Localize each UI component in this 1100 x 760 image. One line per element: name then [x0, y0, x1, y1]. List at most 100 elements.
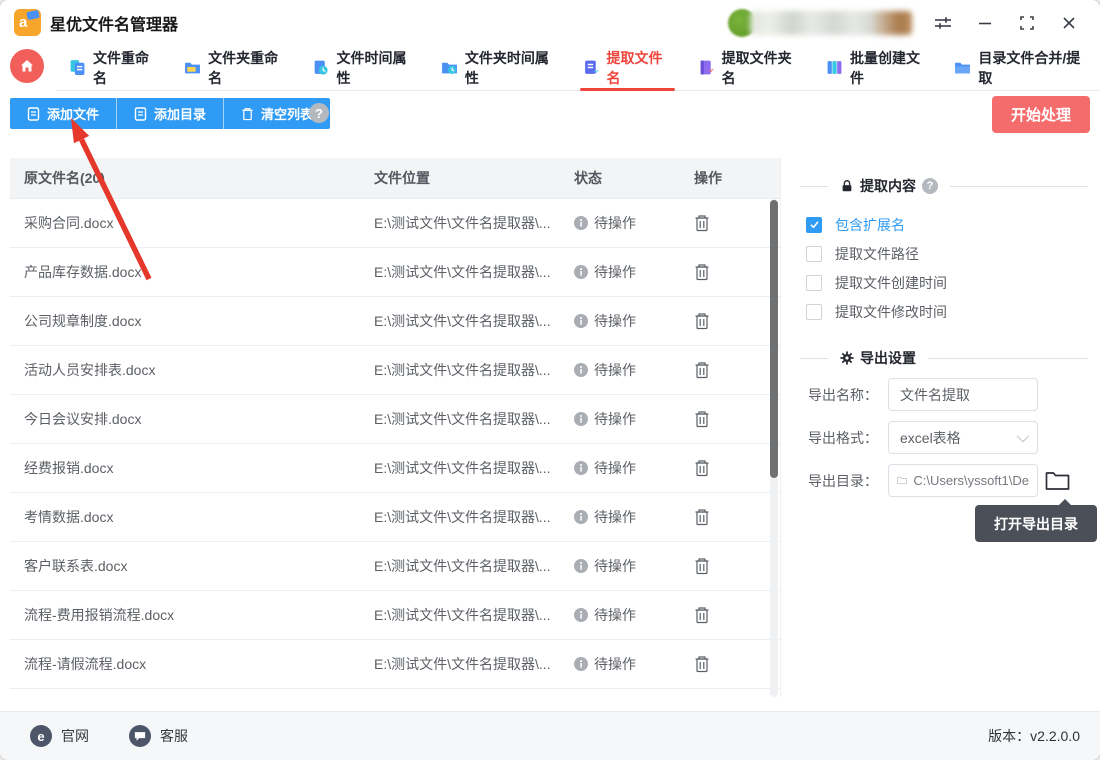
file-icon: [134, 107, 147, 121]
app-window: a 星优文件名管理器: [0, 0, 1100, 760]
export-name-input[interactable]: 文件名提取: [888, 378, 1038, 411]
info-icon: [574, 216, 588, 230]
user-name-blurred: [750, 11, 912, 35]
tab-folder-time[interactable]: 文件夹时间属性: [428, 45, 570, 90]
official-site-link[interactable]: e 官网: [30, 725, 89, 747]
table-row: 流程-费用报销流程.docx E:\测试文件\文件名提取器\... 待操作: [10, 591, 780, 640]
export-section-header: 导出设置: [800, 348, 1088, 368]
table-header: 原文件名(20) 文件位置 状态 操作: [10, 158, 780, 199]
footer-bar: e 官网 客服 版本：v2.2.0.0: [0, 711, 1100, 760]
info-icon: [574, 510, 588, 524]
delete-row-button[interactable]: [694, 361, 764, 379]
header-location: 文件位置: [374, 168, 574, 188]
table-row: 采购合同.docx E:\测试文件\文件名提取器\... 待操作: [10, 199, 780, 248]
toolbar-help-icon[interactable]: ?: [309, 103, 329, 123]
info-icon: [574, 363, 588, 377]
file-time-icon: [312, 59, 329, 76]
titlebar: a 星优文件名管理器: [0, 0, 1100, 45]
merge-extract-icon: [954, 59, 971, 76]
close-icon[interactable]: [1058, 12, 1080, 34]
header-status: 状态: [574, 168, 694, 188]
option-include-extension[interactable]: 包含扩展名: [806, 210, 1100, 239]
delete-row-button[interactable]: [694, 263, 764, 281]
folder-icon: [1045, 471, 1070, 491]
table-scrollbar-thumb[interactable]: [770, 200, 778, 478]
website-icon: e: [30, 725, 52, 747]
folder-time-icon: [441, 59, 458, 76]
option-extract-path[interactable]: 提取文件路径: [806, 239, 1100, 268]
extract-help-icon[interactable]: ?: [922, 178, 938, 194]
info-icon: [574, 657, 588, 671]
file-table: 原文件名(20) 文件位置 状态 操作 采购合同.docx E:\测试文件\文件…: [10, 158, 781, 697]
info-icon: [574, 608, 588, 622]
file-icon: [27, 107, 40, 121]
extract-filename-icon: [583, 59, 600, 76]
export-dir-label: 导出目录：: [808, 471, 888, 491]
file-rename-icon: [69, 59, 86, 76]
settings-sidebar: 提取内容 ? 包含扩展名 提取文件路径 提取文件创建时间 提: [790, 158, 1100, 697]
header-original-name: 原文件名(20): [10, 168, 374, 188]
export-format-select[interactable]: excel表格: [888, 421, 1038, 454]
open-export-dir-button[interactable]: [1045, 471, 1070, 491]
checkbox-icon[interactable]: [806, 275, 822, 291]
table-row: 今日会议安排.docx E:\测试文件\文件名提取器\... 待操作: [10, 395, 780, 444]
logo-letter: a: [19, 15, 27, 30]
table-row: 客户联系表.docx E:\测试文件\文件名提取器\... 待操作: [10, 542, 780, 591]
delete-row-button[interactable]: [694, 312, 764, 330]
logo-book-shape: [26, 10, 39, 20]
tab-bar: 文件重命名 文件夹重命名 文件时间属性 文件夹时间属性 提取文件名 提取文件夹名: [0, 45, 1100, 91]
table-row-partial: [10, 689, 780, 697]
info-icon: [574, 412, 588, 426]
extract-foldername-icon: [698, 59, 715, 76]
export-dir-input[interactable]: C:\Users\yssoft1\De: [888, 464, 1038, 497]
table-row: 公司规章制度.docx E:\测试文件\文件名提取器\... 待操作: [10, 297, 780, 346]
tab-extract-foldername[interactable]: 提取文件夹名: [685, 45, 813, 90]
header-action: 操作: [694, 168, 764, 188]
open-export-dir-tooltip: 打开导出目录: [975, 505, 1097, 542]
tab-file-time[interactable]: 文件时间属性: [299, 45, 427, 90]
delete-row-button[interactable]: [694, 557, 764, 575]
tab-folder-rename[interactable]: 文件夹重命名: [171, 45, 299, 90]
version-label: 版本：v2.2.0.0: [988, 726, 1080, 746]
tab-batch-create[interactable]: 批量创建文件: [813, 45, 941, 90]
info-icon: [574, 461, 588, 475]
gear-icon: [840, 351, 854, 365]
delete-row-button[interactable]: [694, 606, 764, 624]
toolbar: 添加文件 添加目录 清空列表 ? 开始处理: [0, 96, 1100, 136]
add-directory-button[interactable]: 添加目录: [116, 98, 223, 129]
maximize-icon[interactable]: [1016, 12, 1038, 34]
lock-icon: [840, 179, 854, 193]
delete-row-button[interactable]: [694, 655, 764, 673]
settings-sliders-icon[interactable]: [932, 12, 954, 34]
checkbox-icon[interactable]: [806, 304, 822, 320]
start-process-button[interactable]: 开始处理: [992, 96, 1090, 133]
add-files-button[interactable]: 添加文件: [10, 98, 116, 129]
table-row: 经费报销.docx E:\测试文件\文件名提取器\... 待操作: [10, 444, 780, 493]
minimize-icon[interactable]: [974, 12, 996, 34]
app-logo-icon: a: [14, 9, 41, 36]
delete-row-button[interactable]: [694, 459, 764, 477]
extract-section-header: 提取内容 ?: [800, 176, 1088, 196]
option-extract-create-time[interactable]: 提取文件创建时间: [806, 268, 1100, 297]
customer-service-link[interactable]: 客服: [129, 725, 188, 747]
export-name-label: 导出名称：: [808, 385, 888, 405]
info-icon: [574, 265, 588, 279]
table-row: 活动人员安排表.docx E:\测试文件\文件名提取器\... 待操作: [10, 346, 780, 395]
checkbox-icon[interactable]: [806, 246, 822, 262]
checkbox-checked-icon[interactable]: [806, 217, 822, 233]
tab-merge-extract[interactable]: 目录文件合并/提取: [941, 45, 1100, 90]
option-extract-modify-time[interactable]: 提取文件修改时间: [806, 297, 1100, 326]
delete-row-button[interactable]: [694, 410, 764, 428]
tab-file-rename[interactable]: 文件重命名: [56, 45, 171, 90]
user-account-area[interactable]: [728, 8, 912, 38]
tab-extract-filename[interactable]: 提取文件名: [570, 45, 685, 90]
trash-icon: [241, 107, 254, 121]
chevron-down-icon: [1017, 430, 1030, 443]
home-button[interactable]: [10, 49, 44, 83]
home-icon: [19, 58, 35, 74]
delete-row-button[interactable]: [694, 508, 764, 526]
delete-row-button[interactable]: [694, 214, 764, 232]
table-row: 考情数据.docx E:\测试文件\文件名提取器\... 待操作: [10, 493, 780, 542]
info-icon: [574, 314, 588, 328]
batch-create-icon: [826, 59, 843, 76]
